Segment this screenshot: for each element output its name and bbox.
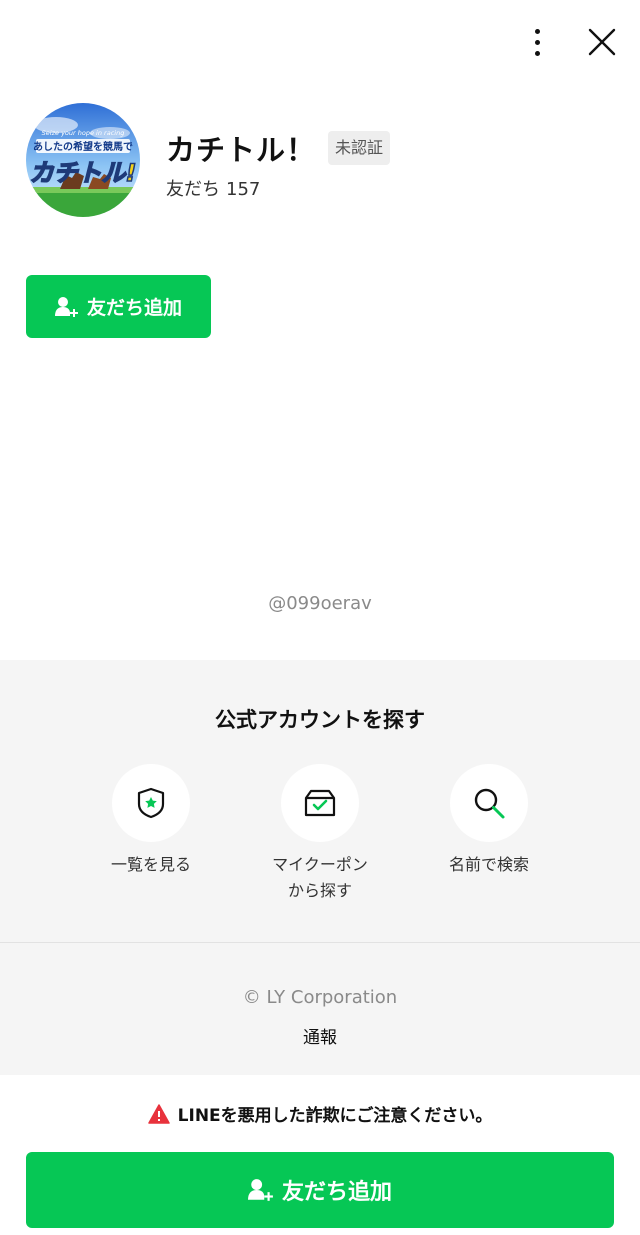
profile-header: Seize your hope in racing あしたの希望を競馬で カチト…	[26, 103, 626, 223]
add-friend-button[interactable]: 友だち追加	[26, 275, 211, 338]
explore-search-label: 名前で検索	[448, 855, 529, 874]
search-icon	[474, 788, 505, 819]
avatar-logo-image: Seize your hope in racing あしたの希望を競馬で カチト…	[26, 103, 140, 217]
explore-coupon-label-line1: マイクーポン	[272, 855, 368, 874]
explore-coupon-label: マイクーポン から探す	[250, 852, 390, 904]
avatar-tagline: Seize your hope in racing	[42, 129, 125, 137]
avatar[interactable]: Seize your hope in racing あしたの希望を競馬で カチト…	[26, 103, 140, 217]
account-id: @099oerav	[268, 593, 372, 614]
add-friend-icon	[247, 1179, 273, 1201]
unverified-badge: 未認証	[328, 131, 391, 165]
top-bar	[0, 0, 640, 90]
copyright-text: © LY Corporation	[242, 987, 398, 1008]
friends-count-line: 友だち 157	[166, 175, 266, 201]
add-friend-bottom-label: 友だち追加	[281, 1180, 392, 1205]
fraud-warning-text: LINEを悪用した詐欺にご注意ください。	[177, 1106, 493, 1126]
warning-icon	[147, 1103, 170, 1124]
explore-coupon-circle	[281, 764, 359, 842]
footer: © LY Corporation 通報	[0, 942, 640, 1075]
avatar-subtitle: あしたの希望を競馬で	[33, 140, 133, 153]
explore-list-button[interactable]: 一覧を見る	[81, 764, 221, 878]
add-friend-bottom-button[interactable]: 友だち追加	[26, 1152, 614, 1228]
friends-count: 157	[226, 179, 261, 200]
explore-list-circle	[112, 764, 190, 842]
more-vertical-icon[interactable]	[520, 22, 554, 62]
avatar-logo-text: カチトル!	[30, 159, 137, 187]
explore-title: 公式アカウントを探す	[215, 708, 425, 732]
explore-coupon-label-line2: から探す	[287, 881, 352, 900]
account-name: カチトル！	[166, 133, 317, 167]
add-friend-label: 友だち追加	[86, 297, 182, 319]
explore-list-label: 一覧を見る	[110, 855, 191, 874]
explore-coupon-button[interactable]: マイクーポン から探す	[250, 764, 390, 904]
explore-search-circle	[450, 764, 528, 842]
coupon-box-icon	[304, 789, 336, 817]
explore-section: 公式アカウントを探す 一覧を見る マイクーポン から探す 名前で検索	[0, 660, 640, 942]
friends-label: 友だち	[166, 179, 220, 200]
report-link[interactable]: 通報	[0, 1023, 640, 1048]
add-friend-icon	[54, 296, 78, 317]
fraud-warning: LINEを悪用した詐欺にご注意ください。	[0, 1101, 640, 1126]
close-icon[interactable]	[584, 24, 620, 60]
shield-star-icon	[137, 787, 165, 819]
explore-search-button[interactable]: 名前で検索	[419, 764, 559, 878]
bottom-action-bar: LINEを悪用した詐欺にご注意ください。 友だち追加	[0, 1075, 640, 1235]
